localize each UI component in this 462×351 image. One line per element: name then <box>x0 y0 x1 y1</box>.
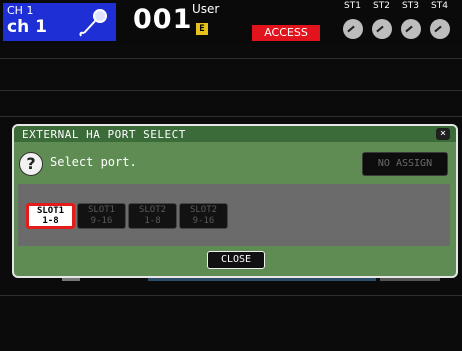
st1-knob-icon[interactable] <box>343 19 363 39</box>
slot-range: 1-8 <box>42 216 59 226</box>
user-label: User <box>192 2 220 16</box>
slot-range: 9-16 <box>90 216 113 226</box>
slot-range: 9-16 <box>192 216 215 226</box>
dialog-title-bar: EXTERNAL HA PORT SELECT × <box>14 126 456 142</box>
slot-label: SLOT2 <box>138 205 167 215</box>
slot-label: SLOT2 <box>189 205 218 215</box>
slot2-9-16-button[interactable]: SLOT2 9-16 <box>179 203 228 229</box>
slot1-1-8-button[interactable]: SLOT1 1-8 <box>26 203 75 229</box>
st3-knob-icon[interactable] <box>401 19 421 39</box>
top-status-bar: CH 1 ch 1 001 User E ACCESS ST1 ST2 ST3 … <box>0 0 462 44</box>
channel-display[interactable]: CH 1 ch 1 <box>3 3 116 41</box>
st2-label: ST2 <box>373 1 390 11</box>
slot-label: SLOT1 <box>87 205 116 215</box>
close-button[interactable]: CLOSE <box>207 251 265 269</box>
background-meter <box>148 278 376 281</box>
st3-label: ST3 <box>402 1 419 11</box>
no-assign-button[interactable]: NO ASSIGN <box>362 152 448 176</box>
slot-label: SLOT1 <box>36 206 65 216</box>
channel-name: ch 1 <box>7 17 47 37</box>
st4-label: ST4 <box>431 1 448 11</box>
question-icon: ? <box>19 152 43 176</box>
close-icon[interactable]: × <box>436 128 450 140</box>
st2-knob-icon[interactable] <box>372 19 392 39</box>
background-divider <box>0 90 462 91</box>
dialog-title: EXTERNAL HA PORT SELECT <box>22 128 186 141</box>
external-ha-port-select-dialog: EXTERNAL HA PORT SELECT × ? Select port.… <box>12 124 458 278</box>
dialog-message: Select port. <box>50 155 137 169</box>
channel-number: CH 1 <box>7 4 34 17</box>
access-indicator: ACCESS <box>252 25 320 41</box>
slot1-9-16-button[interactable]: SLOT1 9-16 <box>77 203 126 229</box>
background-meter <box>380 278 440 281</box>
slot-range: 1-8 <box>144 216 161 226</box>
slot2-1-8-button[interactable]: SLOT2 1-8 <box>128 203 177 229</box>
background-divider <box>0 116 462 117</box>
slot-selection-panel: SLOT1 1-8 SLOT1 9-16 SLOT2 1-8 SLOT2 9-1… <box>18 184 450 246</box>
background-divider <box>0 58 462 59</box>
background-divider <box>0 295 462 296</box>
scene-number[interactable]: 001 <box>133 4 192 35</box>
background-meter <box>62 278 80 281</box>
st4-knob-icon[interactable] <box>430 19 450 39</box>
stereo-labels: ST1 ST2 ST3 ST4 <box>340 1 458 13</box>
edit-badge: E <box>196 23 208 35</box>
st1-label: ST1 <box>344 1 361 11</box>
microphone-icon <box>79 9 107 37</box>
